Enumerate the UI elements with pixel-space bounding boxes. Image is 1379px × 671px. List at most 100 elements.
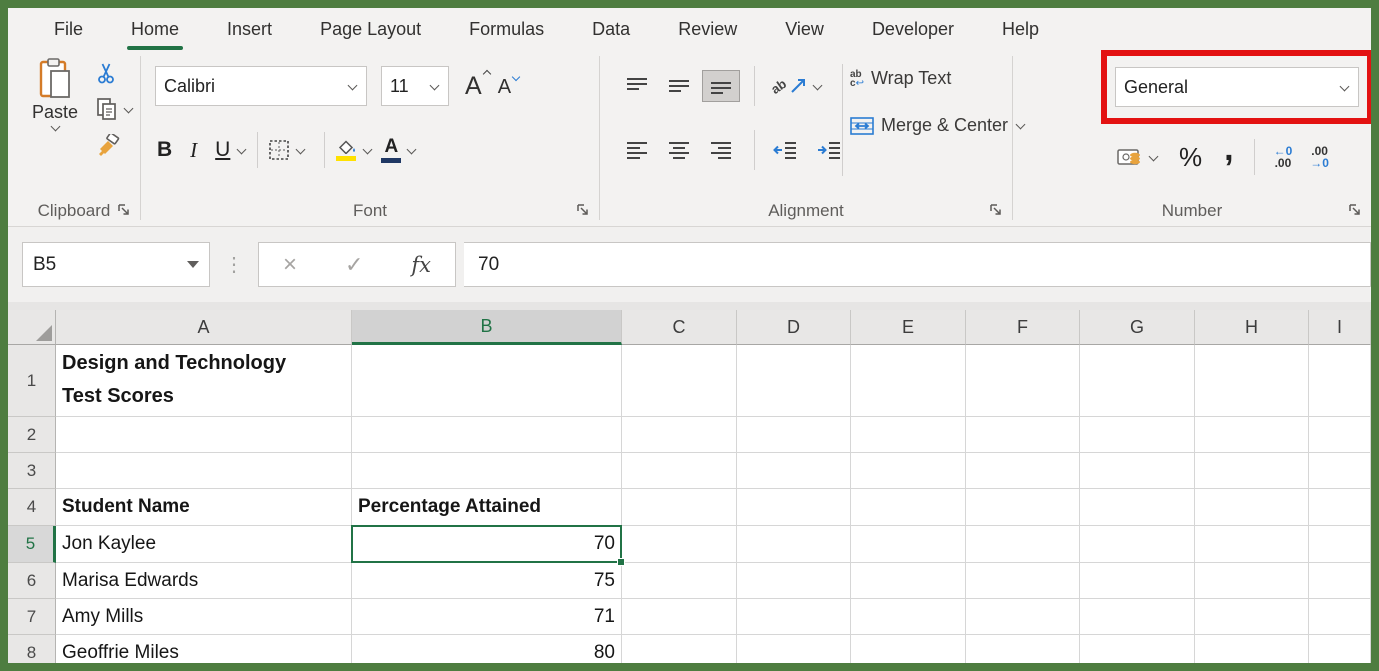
cell[interactable]: [737, 526, 851, 563]
tab-review[interactable]: Review: [654, 11, 761, 48]
cell[interactable]: [1080, 563, 1195, 599]
tab-data[interactable]: Data: [568, 11, 654, 48]
increase-font-size-button[interactable]: A: [465, 73, 482, 99]
increase-indent-button[interactable]: [809, 135, 849, 165]
chevron-down-icon[interactable]: [1148, 153, 1159, 162]
cell[interactable]: [1309, 526, 1371, 563]
cell[interactable]: [622, 345, 737, 417]
cell[interactable]: [851, 599, 966, 635]
cell[interactable]: [737, 635, 851, 663]
cell[interactable]: [737, 345, 851, 417]
comma-style-button[interactable]: ,: [1224, 132, 1233, 166]
cell-a7[interactable]: Amy Mills: [56, 599, 352, 635]
cut-button[interactable]: [96, 62, 116, 84]
cell-b5-selected[interactable]: 70: [351, 525, 625, 566]
chevron-down-icon[interactable]: [1339, 83, 1350, 92]
underline-button[interactable]: U: [215, 138, 230, 162]
name-box-dropdown-icon[interactable]: [187, 261, 199, 268]
tab-formulas[interactable]: Formulas: [445, 11, 568, 48]
cell[interactable]: [1080, 635, 1195, 663]
cell[interactable]: [1080, 453, 1195, 489]
cell[interactable]: [966, 526, 1080, 563]
cell-b6[interactable]: 75: [352, 563, 622, 599]
cell[interactable]: [966, 635, 1080, 663]
cell[interactable]: [622, 599, 737, 635]
cell[interactable]: [1195, 345, 1309, 417]
cell[interactable]: [1195, 563, 1309, 599]
tab-file[interactable]: File: [30, 11, 107, 48]
tab-view[interactable]: View: [761, 11, 848, 48]
cell-a1[interactable]: Design and Technology Test Scores: [56, 345, 352, 417]
cell[interactable]: [1195, 635, 1309, 663]
chevron-down-icon[interactable]: [812, 82, 823, 91]
paste-button[interactable]: Paste: [26, 58, 84, 132]
insert-function-icon[interactable]: fx: [411, 253, 431, 277]
font-name-combobox[interactable]: Calibri: [155, 66, 367, 106]
cell[interactable]: [1309, 599, 1371, 635]
cell-a2[interactable]: [56, 417, 352, 453]
cell[interactable]: [622, 489, 737, 526]
column-header-d[interactable]: D: [737, 310, 851, 345]
alignment-dialog-launcher-icon[interactable]: [989, 203, 1004, 218]
row-header-3[interactable]: 3: [8, 453, 56, 489]
cell[interactable]: [1080, 489, 1195, 526]
underline-dropdown-icon[interactable]: [236, 146, 247, 155]
cell[interactable]: [851, 489, 966, 526]
cell[interactable]: [1080, 599, 1195, 635]
name-box[interactable]: B5: [22, 242, 210, 287]
cell[interactable]: [1080, 526, 1195, 563]
align-center-button[interactable]: [660, 134, 698, 166]
percent-style-button[interactable]: %: [1179, 142, 1202, 173]
chevron-down-icon[interactable]: [347, 82, 358, 91]
cell[interactable]: [966, 453, 1080, 489]
cell[interactable]: [851, 345, 966, 417]
chevron-down-icon[interactable]: [429, 82, 440, 91]
chevron-down-icon[interactable]: [295, 146, 306, 155]
orientation-button[interactable]: ab: [768, 76, 823, 96]
cell[interactable]: [966, 563, 1080, 599]
font-color-button[interactable]: A: [381, 137, 417, 163]
cell-a8[interactable]: Geoffrie Miles: [56, 635, 352, 663]
wrap-text-button[interactable]: ab c↩ Wrap Text: [850, 68, 1012, 89]
row-header-8[interactable]: 8: [8, 635, 56, 663]
merge-center-button[interactable]: Merge & Center: [850, 115, 1012, 136]
tab-help[interactable]: Help: [978, 11, 1063, 48]
row-header-2[interactable]: 2: [8, 417, 56, 453]
tab-home[interactable]: Home: [107, 11, 203, 50]
cell-b7[interactable]: 71: [352, 599, 622, 635]
cell[interactable]: [622, 453, 737, 489]
cell[interactable]: [1080, 417, 1195, 453]
cell[interactable]: [966, 489, 1080, 526]
cell-a4[interactable]: Student Name: [56, 489, 352, 526]
row-header-7[interactable]: 7: [8, 599, 56, 635]
cell[interactable]: [1195, 526, 1309, 563]
copy-dropdown-icon[interactable]: [123, 105, 134, 114]
cell[interactable]: [1195, 489, 1309, 526]
cell[interactable]: [622, 417, 737, 453]
select-all-button[interactable]: [8, 310, 56, 345]
font-dialog-launcher-icon[interactable]: [576, 203, 591, 218]
chevron-down-icon[interactable]: [406, 146, 417, 155]
chevron-down-icon[interactable]: [362, 146, 373, 155]
decrease-font-size-button[interactable]: A: [498, 77, 511, 97]
font-size-combobox[interactable]: 11: [381, 66, 449, 106]
decrease-indent-button[interactable]: [765, 135, 805, 165]
cell[interactable]: [622, 563, 737, 599]
number-dialog-launcher-icon[interactable]: [1348, 203, 1363, 218]
cell[interactable]: [737, 563, 851, 599]
cell[interactable]: [851, 563, 966, 599]
cell[interactable]: [1309, 453, 1371, 489]
cell[interactable]: [737, 417, 851, 453]
cell[interactable]: [1309, 489, 1371, 526]
cell-b1[interactable]: [352, 345, 622, 417]
row-header-4[interactable]: 4: [8, 489, 56, 526]
tab-insert[interactable]: Insert: [203, 11, 296, 48]
cell[interactable]: [737, 489, 851, 526]
copy-button[interactable]: [96, 97, 134, 121]
format-painter-button[interactable]: [96, 134, 120, 156]
formula-input[interactable]: 70: [464, 242, 1371, 287]
cell[interactable]: [851, 417, 966, 453]
cell[interactable]: [737, 453, 851, 489]
column-header-e[interactable]: E: [851, 310, 966, 345]
enter-icon[interactable]: ✓: [345, 252, 363, 278]
